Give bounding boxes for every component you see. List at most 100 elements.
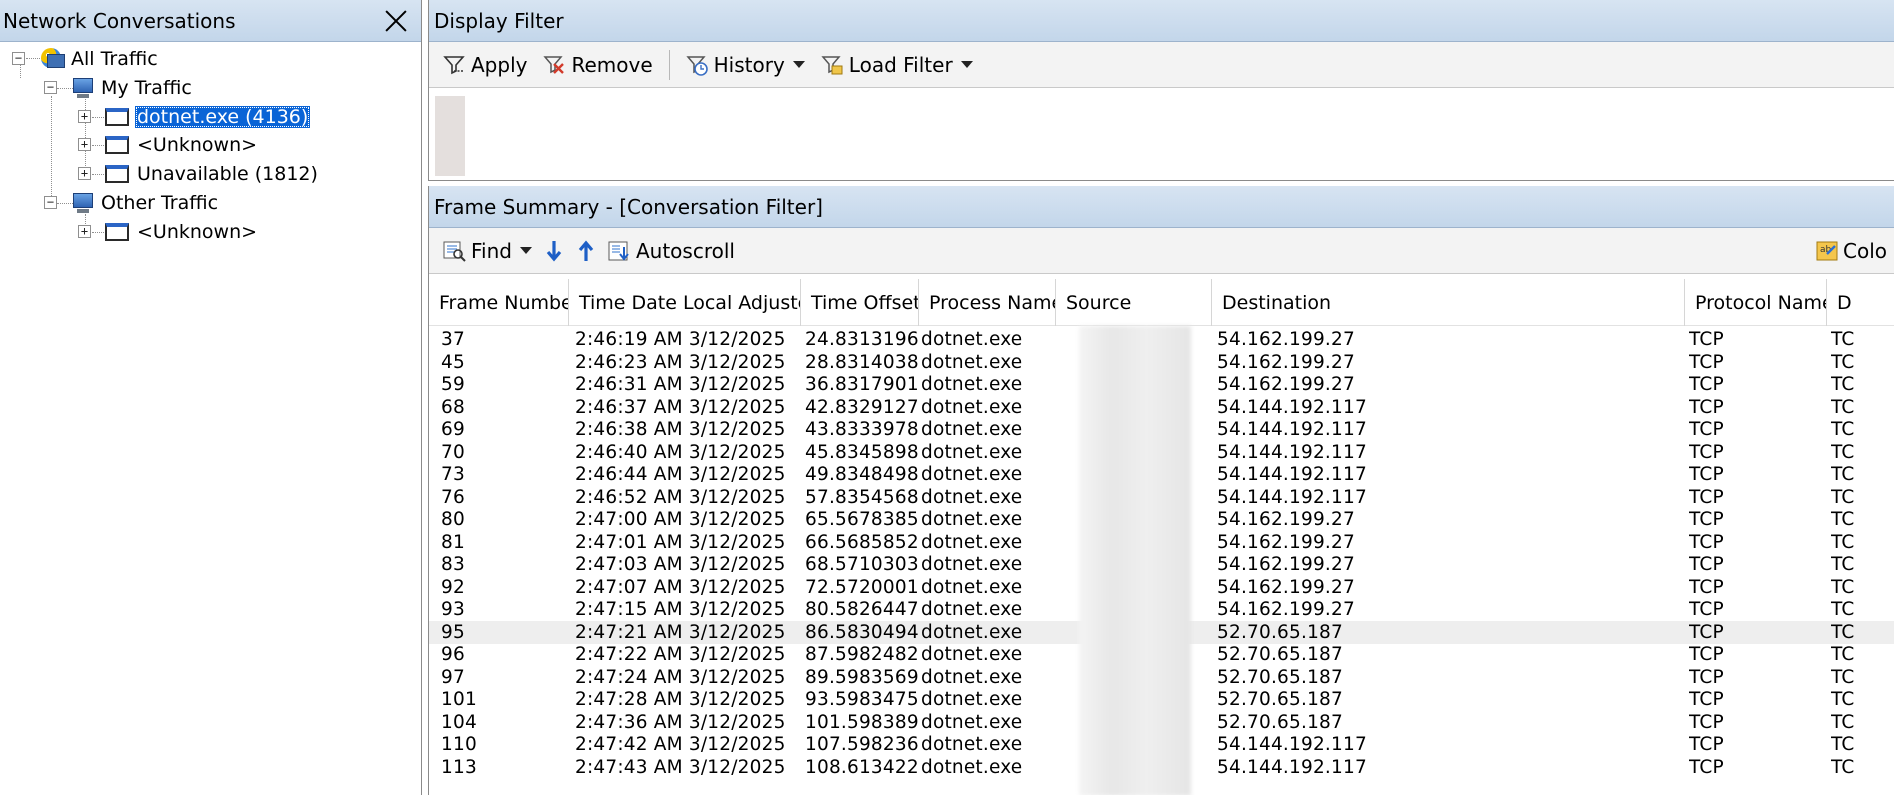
- cell-time-offset: 66.5685852: [805, 531, 919, 553]
- column-header-time-date[interactable]: Time Date Local Adjusted: [569, 279, 801, 326]
- tree-item-unknown[interactable]: + <Unknown>: [78, 131, 257, 158]
- cell-description: TC: [1831, 419, 1855, 440]
- column-header-source[interactable]: Source: [1056, 279, 1212, 326]
- tree-line: [51, 96, 52, 204]
- cell-process-name: dotnet.exe: [921, 756, 1023, 778]
- cell-protocol-name: TCP: [1689, 329, 1724, 350]
- apply-filter-icon: [443, 54, 465, 76]
- cell-process-name: dotnet.exe: [921, 734, 1023, 755]
- cell-time-date: 2:46:37 AM 3/12/2025: [575, 396, 786, 418]
- filter-expression-editor[interactable]: [435, 96, 1894, 176]
- collapse-icon[interactable]: −: [44, 81, 57, 94]
- cell-protocol-name: TCP: [1689, 666, 1724, 688]
- cell-protocol-name: TCP: [1689, 531, 1724, 553]
- cell-protocol-name: TCP: [1689, 711, 1724, 733]
- cell-time-offset: 45.8345898: [805, 441, 919, 463]
- find-previous-button[interactable]: [570, 234, 602, 268]
- cell-destination: 54.162.199.27: [1217, 374, 1355, 395]
- expand-icon[interactable]: +: [78, 167, 91, 180]
- cell-description: TC: [1831, 374, 1855, 395]
- expand-icon[interactable]: +: [78, 110, 91, 123]
- toolbar-separator: [668, 49, 670, 80]
- cell-process-name: dotnet.exe: [921, 509, 1023, 530]
- tree-item-unavailable[interactable]: + Unavailable (1812): [78, 160, 318, 187]
- tree-item-label: <Unknown>: [137, 220, 258, 243]
- cell-destination: 54.162.199.27: [1217, 599, 1355, 620]
- cell-description: TC: [1831, 576, 1855, 598]
- cell-time-offset: 87.5982482: [805, 644, 919, 665]
- redacted-source-column: [1079, 326, 1191, 795]
- frame-summary-title: Frame Summary - [Conversation Filter]: [434, 194, 823, 219]
- cell-process-name: dotnet.exe: [921, 419, 1023, 440]
- computer-icon: [71, 192, 95, 214]
- cell-frame-number: 76: [441, 486, 465, 508]
- apply-button[interactable]: Apply: [437, 48, 533, 82]
- computer-icon: [71, 77, 95, 99]
- cell-destination: 54.144.192.117: [1217, 441, 1367, 463]
- load-filter-label: Load Filter: [848, 52, 953, 77]
- autoscroll-button[interactable]: Autoscroll: [602, 234, 741, 268]
- tree-item-other-traffic[interactable]: − Other Traffic: [44, 189, 218, 216]
- tree-item-dotnet[interactable]: + dotnet.exe (4136): [78, 103, 311, 130]
- cell-time-offset: 80.5826447: [805, 599, 919, 620]
- cell-description: TC: [1831, 329, 1855, 350]
- cell-time-offset: 107.5982360: [805, 734, 920, 755]
- remove-button[interactable]: Remove: [537, 48, 658, 82]
- cell-process-name: dotnet.exe: [921, 441, 1023, 463]
- load-filter-button[interactable]: Load Filter: [815, 48, 979, 82]
- cell-time-date: 2:46:31 AM 3/12/2025: [575, 374, 786, 395]
- cell-time-offset: 101.5983893: [805, 711, 920, 733]
- cell-destination: 52.70.65.187: [1217, 621, 1343, 643]
- column-header-process-name[interactable]: Process Name: [919, 279, 1056, 326]
- cell-protocol-name: TCP: [1689, 374, 1724, 395]
- column-header-description[interactable]: D: [1827, 279, 1894, 326]
- cell-frame-number: 83: [441, 554, 465, 575]
- cell-description: TC: [1831, 531, 1855, 553]
- column-header-frame-number[interactable]: Frame Number: [429, 279, 569, 326]
- collapse-icon[interactable]: −: [12, 52, 25, 65]
- cell-description: TC: [1831, 711, 1855, 733]
- cell-protocol-name: TCP: [1689, 734, 1724, 755]
- history-button[interactable]: History: [680, 48, 811, 82]
- cell-frame-number: 95: [441, 621, 465, 643]
- cell-protocol-name: TCP: [1689, 756, 1724, 778]
- cell-destination: 54.144.192.117: [1217, 464, 1367, 485]
- cell-destination: 54.162.199.27: [1217, 329, 1355, 350]
- cell-time-date: 2:47:03 AM 3/12/2025: [575, 554, 786, 575]
- cell-description: TC: [1831, 756, 1855, 778]
- cell-frame-number: 37: [441, 329, 465, 350]
- tree-item-other-unknown[interactable]: + <Unknown>: [78, 218, 257, 245]
- cell-protocol-name: TCP: [1689, 644, 1724, 665]
- cell-description: TC: [1831, 689, 1855, 710]
- autoscroll-icon: [608, 240, 630, 262]
- close-icon[interactable]: [383, 8, 409, 34]
- find-button[interactable]: Find: [437, 234, 538, 268]
- network-conversations-header: Network Conversations: [0, 0, 421, 42]
- cell-time-offset: 28.8314038: [805, 351, 919, 373]
- expand-icon[interactable]: +: [78, 138, 91, 151]
- collapse-icon[interactable]: −: [44, 196, 57, 209]
- cell-protocol-name: TCP: [1689, 621, 1724, 643]
- cell-protocol-name: TCP: [1689, 576, 1724, 598]
- cell-time-offset: 93.5983475: [805, 689, 919, 710]
- tree-item-my-traffic[interactable]: − My Traffic: [44, 74, 192, 101]
- tree-item-all-traffic[interactable]: − All Traffic: [12, 45, 158, 72]
- column-header-time-offset[interactable]: Time Offset: [801, 279, 919, 326]
- cell-frame-number: 59: [441, 374, 465, 395]
- column-header-destination[interactable]: Destination: [1212, 279, 1685, 326]
- cell-frame-number: 70: [441, 441, 465, 463]
- application-window-icon: [105, 222, 129, 241]
- find-next-button[interactable]: [538, 234, 570, 268]
- cell-time-offset: 65.5678385: [805, 509, 919, 530]
- frame-summary-table[interactable]: Frame Number Time Date Local Adjusted Ti…: [429, 279, 1894, 795]
- cell-protocol-name: TCP: [1689, 599, 1724, 620]
- cell-destination: 52.70.65.187: [1217, 689, 1343, 710]
- cell-destination: 54.162.199.27: [1217, 351, 1355, 373]
- column-header-protocol-name[interactable]: Protocol Name: [1685, 279, 1827, 326]
- cell-frame-number: 92: [441, 576, 465, 598]
- cell-frame-number: 45: [441, 351, 465, 373]
- color-rules-button[interactable]: ab Colo: [1809, 234, 1893, 268]
- cell-time-date: 2:46:52 AM 3/12/2025: [575, 486, 786, 508]
- chevron-down-icon: [519, 247, 532, 254]
- expand-icon[interactable]: +: [78, 225, 91, 238]
